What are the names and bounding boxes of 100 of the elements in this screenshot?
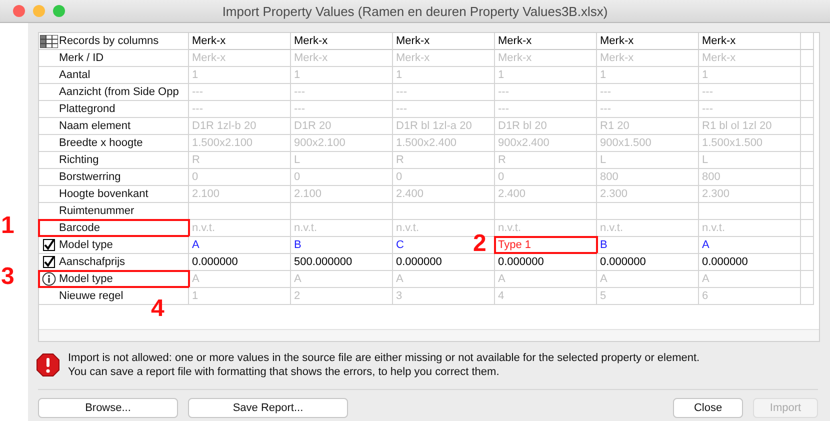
table-cell: 5: [600, 290, 606, 302]
row-label: Ruimtenummer: [59, 205, 134, 217]
row-label: Barcode: [59, 222, 100, 234]
table-cell: 1: [702, 69, 708, 81]
table-cell: A: [192, 273, 200, 285]
table-cell: 0.000000: [192, 256, 238, 268]
error-icon: [36, 353, 60, 377]
table-cell: 800: [702, 171, 720, 183]
table-cell: n.v.t.: [192, 222, 216, 234]
table-cell: L: [600, 154, 606, 166]
table-cell: ---: [600, 103, 611, 115]
table-cell: Type 1: [498, 239, 532, 251]
column-header[interactable]: Merk-x: [600, 35, 634, 47]
table-cell: Merk-x: [192, 52, 226, 64]
dialog-button[interactable]: Browse...: [38, 398, 178, 418]
table-cell: 1.500x1.500: [702, 137, 763, 149]
table-cell: ---: [294, 86, 305, 98]
table-cell: A: [600, 273, 608, 285]
zoom-window-button[interactable]: [53, 5, 65, 17]
table-cell: A: [192, 239, 200, 251]
annotation-number: 4: [151, 297, 164, 321]
table-cell: 0.000000: [396, 256, 442, 268]
table-cell: 0: [498, 171, 504, 183]
table-cell: n.v.t.: [600, 222, 624, 234]
column-header[interactable]: Merk-x: [294, 35, 328, 47]
row-label: Model type: [59, 273, 113, 285]
table-cell: B: [294, 239, 302, 251]
row-label: Plattegrond: [59, 103, 116, 115]
table-cell: 2.300: [702, 188, 730, 200]
table-cell: A: [702, 273, 710, 285]
table-cell: 1.500x2.100: [192, 137, 253, 149]
table-cell: Merk-x: [294, 52, 328, 64]
row-label: Breedte x hoogte: [59, 137, 143, 149]
column-header[interactable]: Merk-x: [702, 35, 736, 47]
table-cell: 900x1.500: [600, 137, 652, 149]
table-cell: 2.100: [192, 188, 220, 200]
column-header[interactable]: Merk-x: [396, 35, 430, 47]
table-cell: 1.500x2.400: [396, 137, 457, 149]
table-cell: ---: [600, 86, 611, 98]
table-cell: A: [294, 273, 302, 285]
table-cell: 0.000000: [600, 256, 646, 268]
table-cell: 2.400: [498, 188, 526, 200]
table-cell: 900x2.100: [294, 137, 346, 149]
table-cell: D1R 1zl-b 20: [192, 120, 256, 132]
table-cell: Merk-x: [702, 52, 736, 64]
row-label: Aanzicht (from Side Opp: [59, 86, 179, 98]
table-cell: ---: [702, 86, 713, 98]
table-cell: 800: [600, 171, 618, 183]
table-cell: n.v.t.: [702, 222, 726, 234]
table-cell: ---: [702, 103, 713, 115]
table-cell: 0: [192, 171, 198, 183]
table-cell: Merk-x: [600, 52, 634, 64]
table-cell: R: [192, 154, 200, 166]
table-cell: 0: [294, 171, 300, 183]
table-cell: 1: [294, 69, 300, 81]
table-corner-label: Records by columns: [59, 35, 159, 47]
table-cell: ---: [498, 86, 509, 98]
table-cell: R1 20: [600, 120, 630, 132]
table-cell: L: [294, 154, 300, 166]
table-cell: R: [396, 154, 404, 166]
column-header[interactable]: Merk-x: [192, 35, 226, 47]
table-cell: n.v.t.: [396, 222, 420, 234]
table-cell: Merk-x: [498, 52, 532, 64]
row-label: Aantal: [59, 69, 90, 81]
table-cell: 0: [396, 171, 402, 183]
table-cell: 900x2.400: [498, 137, 550, 149]
row-label: Borstwerring: [59, 171, 121, 183]
dialog-button[interactable]: Save Report...: [188, 398, 348, 418]
table-cell: ---: [498, 103, 509, 115]
table-cell: L: [702, 154, 708, 166]
minimize-window-button[interactable]: [33, 5, 45, 17]
row-label: Aanschafprijs: [59, 256, 126, 268]
table-cell: D1R 20: [294, 120, 332, 132]
table-cell: 1: [192, 69, 198, 81]
table-cell: ---: [396, 86, 407, 98]
dialog-button[interactable]: Close: [673, 398, 743, 418]
table-cell: 2.300: [600, 188, 628, 200]
annotation-number: 3: [1, 265, 14, 289]
table-cell: B: [600, 239, 608, 251]
table-cell: 2: [294, 290, 300, 302]
column-header[interactable]: Merk-x: [498, 35, 532, 47]
window-title: Import Property Values (Ramen en deuren Property Values3B.xlsx): [221, 4, 609, 18]
checkbox[interactable]: [43, 239, 55, 251]
table-cell: 0.000000: [702, 256, 748, 268]
table-cell: 1: [498, 69, 504, 81]
row-label: Merk / ID: [59, 52, 104, 64]
checkbox[interactable]: [43, 256, 55, 268]
table-cell: Merk-x: [396, 52, 430, 64]
table-cell: 6: [702, 290, 708, 302]
table-cell: R1 bl ol 1zl 20: [702, 120, 772, 132]
table-cell: A: [396, 273, 404, 285]
close-window-button[interactable]: [13, 5, 25, 17]
table-cell: ---: [192, 103, 203, 115]
table-cell: ---: [192, 86, 203, 98]
table-cell: 1: [600, 69, 606, 81]
annotation-number: 1: [1, 214, 14, 238]
horizontal-scrollbar[interactable]: [39, 329, 819, 341]
table-cell: 2.400: [396, 188, 424, 200]
row-label: Naam element: [59, 120, 131, 132]
table-cell: 500.000000: [294, 256, 352, 268]
